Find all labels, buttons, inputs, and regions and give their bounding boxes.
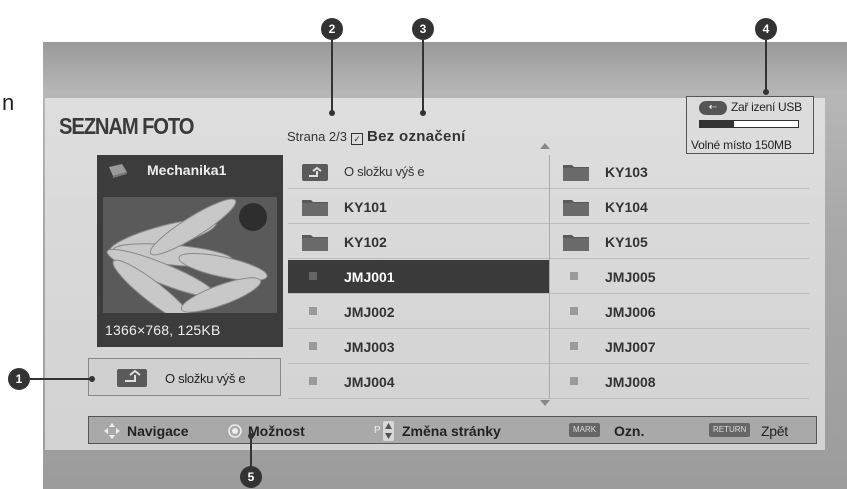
- page-indicator: Strana 2/3: [287, 129, 347, 144]
- photo-item[interactable]: JMJ006: [549, 295, 809, 329]
- file-name: JMJ007: [605, 339, 656, 355]
- photo-file-icon: [309, 377, 317, 385]
- mark-key-icon: MARK: [569, 423, 601, 437]
- folder-up-icon: [302, 164, 328, 181]
- file-name: KY105: [605, 234, 648, 250]
- file-name: KY104: [605, 199, 648, 215]
- callout-3: 3: [412, 18, 434, 40]
- scroll-down-arrow-icon[interactable]: [540, 400, 550, 406]
- photo-file-icon: [309, 272, 317, 280]
- photo-file-icon: [309, 342, 317, 350]
- preview-thumbnail-image: [103, 197, 277, 313]
- scroll-up-arrow-icon[interactable]: [540, 143, 550, 149]
- callout-1-dot: [89, 376, 95, 382]
- callout-5: 5: [240, 466, 262, 488]
- folder-icon: [563, 165, 589, 181]
- up-folder-button[interactable]: O složku výš e: [88, 358, 281, 396]
- photo-file-icon: [309, 307, 317, 315]
- photo-item[interactable]: JMJ002: [288, 295, 549, 329]
- top-stripe: [43, 42, 847, 92]
- callout-5-dot: [248, 433, 254, 439]
- file-name: JMJ003: [344, 339, 395, 355]
- folder-up-icon: [117, 369, 147, 387]
- usb-device-label: Zař izení USB: [731, 100, 802, 114]
- photo-item[interactable]: JMJ003: [288, 330, 549, 364]
- file-name: JMJ001: [344, 269, 395, 285]
- page-updown-icon: [383, 421, 394, 441]
- folder-icon: [563, 235, 589, 251]
- folder-icon: [563, 200, 589, 216]
- usb-device-box: ⇠ Zař izení USB Volné místo 150MB: [686, 96, 814, 154]
- preview-resolution-size: 1366×768, 125KB: [105, 322, 221, 338]
- folder-icon: [302, 200, 328, 216]
- mark-checkbox-icon[interactable]: ✓: [351, 133, 363, 145]
- callout-3-leader: [422, 40, 424, 112]
- callout-4: 4: [755, 18, 777, 40]
- photo-file-icon: [570, 342, 578, 350]
- folder-icon: [302, 235, 328, 251]
- callout-1: 1: [8, 368, 30, 390]
- footer-page-change[interactable]: Změna stránky: [402, 423, 501, 439]
- callout-5-leader: [250, 436, 252, 470]
- photo-file-icon: [570, 307, 578, 315]
- folder-item[interactable]: KY105: [549, 225, 809, 259]
- mark-status: Bez označení: [367, 128, 466, 145]
- file-name: JMJ005: [605, 269, 656, 285]
- column-divider: [549, 155, 550, 399]
- file-name: KY103: [605, 164, 648, 180]
- photo-preview: Mechanika1 1366×768, 125KB: [97, 155, 283, 347]
- photo-item[interactable]: JMJ007: [549, 330, 809, 364]
- photo-item[interactable]: JMJ008: [549, 365, 809, 399]
- footer-navigation: Navigace: [127, 423, 189, 439]
- footer-mark[interactable]: Ozn.: [614, 423, 644, 439]
- up-folder-item[interactable]: O složku výš e: [288, 155, 549, 189]
- ok-button-icon: [228, 424, 242, 438]
- photo-item[interactable]: JMJ001: [288, 260, 549, 294]
- dpad-icon: [104, 423, 120, 439]
- up-folder-label: O složku výš e: [165, 371, 246, 386]
- photo-file-icon: [570, 272, 578, 280]
- footer-return[interactable]: Zpět: [761, 423, 788, 439]
- callout-2-dot: [329, 110, 335, 116]
- photo-item[interactable]: JMJ004: [288, 365, 549, 399]
- file-name: JMJ002: [344, 304, 395, 320]
- file-name: JMJ008: [605, 374, 656, 390]
- callout-1-leader: [30, 378, 92, 380]
- folder-item[interactable]: KY102: [288, 225, 549, 259]
- file-name: JMJ006: [605, 304, 656, 320]
- callout-2: 2: [321, 18, 343, 40]
- page-key-label: P: [374, 425, 381, 436]
- callout-2-leader: [331, 40, 333, 112]
- usb-icon: ⇠: [699, 101, 727, 115]
- drive-icon: [109, 164, 127, 178]
- photo-file-icon: [570, 377, 578, 385]
- return-key-icon: RETURN: [709, 423, 751, 437]
- folder-item[interactable]: KY104: [549, 190, 809, 224]
- file-name: JMJ004: [344, 374, 395, 390]
- file-name: O složku výš e: [344, 164, 425, 179]
- stray-text: n: [2, 90, 15, 115]
- callout-3-dot: [420, 110, 426, 116]
- page-info: Strana 2/3 ✓ Bez označení: [287, 128, 466, 145]
- usb-free-space: Volné místo 150MB: [691, 138, 792, 152]
- preview-drive-name: Mechanika1: [147, 162, 227, 178]
- folder-item[interactable]: KY103: [549, 155, 809, 189]
- folder-item[interactable]: KY101: [288, 190, 549, 224]
- usb-storage-fill: [700, 121, 735, 127]
- page-title: SEZNAM FOTO: [59, 113, 194, 139]
- usb-storage-bar: [699, 120, 799, 128]
- file-name: KY101: [344, 199, 387, 215]
- callout-4-dot: [763, 89, 769, 95]
- footer-bar: Navigace Možnost P Změna stránky MARK Oz…: [88, 416, 817, 444]
- footer-option[interactable]: Možnost: [248, 423, 305, 439]
- photo-item[interactable]: JMJ005: [549, 260, 809, 294]
- file-name: KY102: [344, 234, 387, 250]
- callout-4-leader: [765, 40, 767, 92]
